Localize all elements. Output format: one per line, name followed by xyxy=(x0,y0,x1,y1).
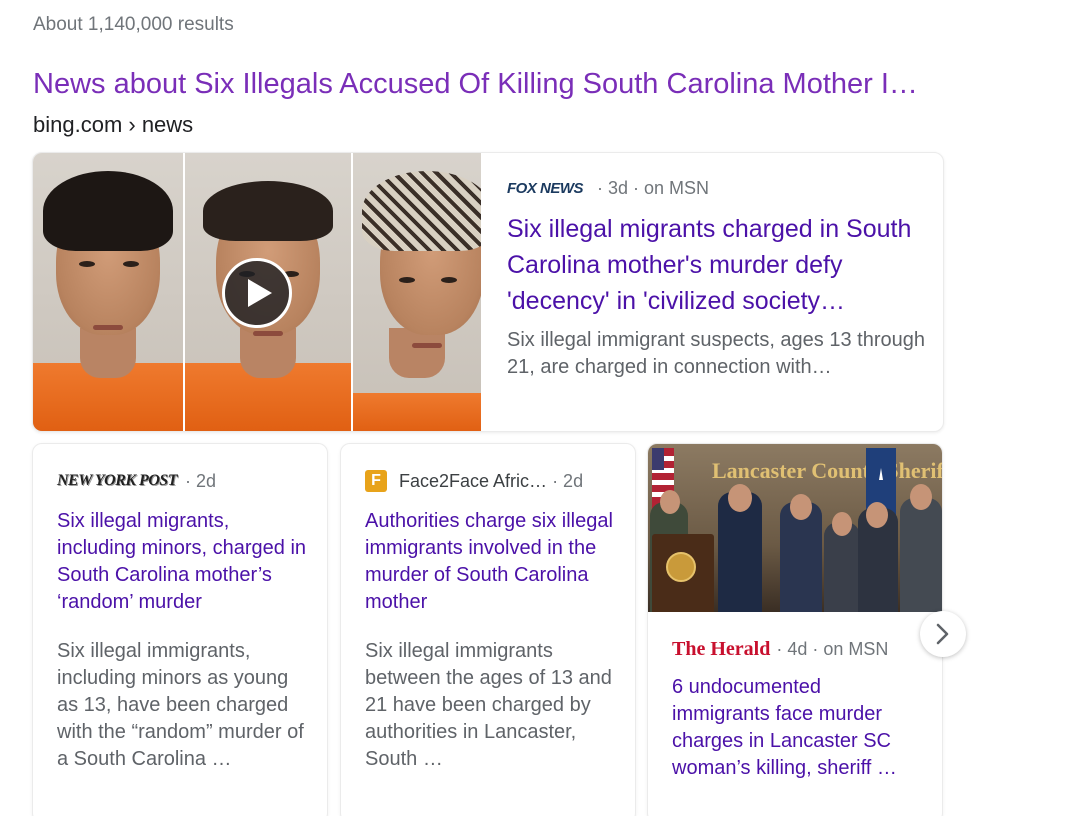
top-story-thumbnail[interactable] xyxy=(33,153,483,431)
news-card[interactable]: Lancaster County Sheriff's Office The He… xyxy=(647,443,943,816)
news-card[interactable]: NEW YORK POST · 2d Six illegal migrants,… xyxy=(32,443,328,816)
news-card[interactable]: F Face2Face Afric… · 2d Authorities char… xyxy=(340,443,636,816)
story-meta: · 2d xyxy=(185,470,217,491)
mugshot-photo xyxy=(353,153,483,431)
fox-news-logo: FOX NEWS xyxy=(507,179,584,197)
source-name: Face2Face Afric… xyxy=(399,470,548,491)
card-snippet: Six illegal immigrants between the ages … xyxy=(365,640,612,770)
news-section-title[interactable]: News about Six Illegals Accused Of Killi… xyxy=(33,68,918,101)
top-story-headline[interactable]: Six illegal migrants charged in South Ca… xyxy=(507,211,927,319)
mugshot-photo xyxy=(33,153,185,431)
face2face-africa-icon: F xyxy=(365,470,387,492)
sheriff-banner-text: Lancaster County Sheriff's Office xyxy=(712,458,943,483)
card-snippet: Six illegal immigrants, including minors… xyxy=(57,640,304,770)
play-icon[interactable] xyxy=(222,258,292,328)
story-meta: · 4d · on MSN xyxy=(776,638,889,659)
card-headline[interactable]: Authorities charge six illegal immigrant… xyxy=(365,508,617,616)
story-meta: · 2d xyxy=(552,470,584,491)
press-conference-photo[interactable]: Lancaster County Sheriff's Office xyxy=(648,444,943,612)
the-herald-logo: The Herald xyxy=(672,637,771,660)
results-count: About 1,140,000 results xyxy=(33,14,234,35)
story-meta: · 3d · on MSN xyxy=(597,177,710,198)
card-headline[interactable]: Six illegal migrants, including minors, … xyxy=(57,508,309,616)
top-story-snippet: Six illegal immigrant suspects, ages 13 … xyxy=(507,329,925,378)
top-story-card[interactable]: FOX NEWS · 3d · on MSN Six illegal migra… xyxy=(32,152,944,432)
chevron-right-icon[interactable] xyxy=(920,611,966,657)
breadcrumb[interactable]: bing.com › news xyxy=(33,112,193,138)
new-york-post-logo: NEW YORK POST xyxy=(57,472,178,490)
card-headline[interactable]: 6 undocumented immigrants face murder ch… xyxy=(672,674,924,782)
